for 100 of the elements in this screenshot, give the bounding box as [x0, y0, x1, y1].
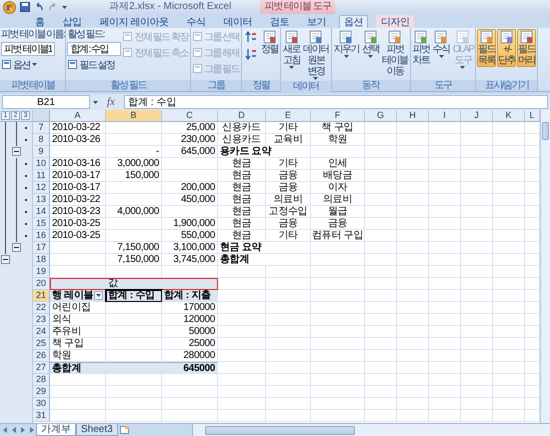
row-header[interactable]: 20: [33, 278, 50, 290]
row-header[interactable]: 16: [33, 230, 50, 242]
ribbon-button[interactable]: 피벗 테이블 이동: [381, 29, 409, 78]
table-cell: [493, 134, 525, 146]
ribbon-button[interactable]: 정렬: [260, 29, 280, 56]
row-header[interactable]: 22: [33, 302, 50, 314]
scroll-thumb[interactable]: [204, 426, 355, 434]
row-header[interactable]: 15: [33, 218, 50, 230]
collapse-button[interactable]: [1, 255, 10, 264]
ribbon-button[interactable]: 새로 고침: [282, 29, 302, 70]
row-header[interactable]: 13: [33, 194, 50, 206]
row-header[interactable]: 24: [33, 326, 50, 338]
ribbon-tab[interactable]: 보기: [302, 15, 331, 28]
ribbon-tab[interactable]: 디자인: [376, 15, 414, 28]
table-cell: [397, 290, 429, 302]
collapse-button[interactable]: [12, 147, 21, 156]
ribbon-button[interactable]: 필드 설정: [67, 57, 122, 72]
caret-icon: [460, 66, 466, 69]
ribbon-button[interactable]: +/- 단추: [497, 29, 516, 67]
ribbon-button[interactable]: 선택: [361, 29, 380, 59]
redo-icon[interactable]: [48, 2, 58, 12]
ribbon-tab[interactable]: 데이터: [218, 15, 257, 28]
table-cell: [525, 302, 540, 314]
row-header[interactable]: 11: [33, 170, 50, 182]
table-cell: 2010-03-22: [50, 194, 106, 206]
row-header[interactable]: 10: [33, 158, 50, 170]
row-header[interactable]: 21: [33, 290, 50, 302]
ribbon-button[interactable]: 피벗 차트: [412, 29, 431, 67]
row-header[interactable]: 12: [33, 182, 50, 194]
row-header[interactable]: 25: [33, 338, 50, 350]
row-header[interactable]: 18: [33, 254, 50, 266]
name-box[interactable]: B21: [2, 95, 90, 109]
ribbon-tab[interactable]: 검토: [264, 15, 294, 28]
table-cell: [397, 302, 429, 314]
row-header[interactable]: 26: [33, 350, 50, 362]
table-cell: 금융: [266, 218, 311, 230]
table-cell: 25,000: [162, 122, 218, 134]
table-cell: [461, 374, 493, 386]
table-cell: [365, 146, 397, 158]
table-cell: 고정수입: [266, 206, 311, 218]
insert-sheet-button[interactable]: [118, 424, 132, 436]
row-header[interactable]: 31: [33, 410, 50, 422]
office-logo[interactable]: [3, 0, 16, 14]
table-cell: [461, 206, 493, 218]
column-header[interactable]: B: [106, 110, 162, 121]
row-header[interactable]: 30: [33, 398, 50, 410]
table-cell: [106, 134, 162, 146]
row-header[interactable]: 19: [33, 266, 50, 278]
ribbon-tab[interactable]: 홈: [30, 15, 50, 28]
ribbon-button[interactable]: 수식: [432, 29, 451, 59]
row-header[interactable]: 29: [33, 386, 50, 398]
function-label[interactable]: fx: [101, 96, 121, 108]
table-cell: [365, 386, 397, 398]
table-cell: 2010-03-17: [50, 182, 106, 194]
row-header[interactable]: 9: [33, 146, 50, 158]
table-cell: [162, 158, 218, 170]
table-cell: [493, 146, 525, 158]
sheet-nav-button[interactable]: [18, 424, 27, 436]
ribbon-button[interactable]: 지우기: [332, 29, 360, 59]
filter-button[interactable]: [94, 291, 103, 300]
sheet-tab[interactable]: Sheet3: [76, 424, 118, 436]
row-header[interactable]: 8: [33, 134, 50, 146]
save-icon[interactable]: [20, 2, 30, 12]
table-cell: [311, 350, 365, 362]
horizontal-scrollbar[interactable]: [192, 424, 550, 436]
ribbon-tab[interactable]: 삽입: [58, 15, 86, 28]
table-cell: 120000: [162, 314, 218, 326]
ribbon-button[interactable]: 필드 목록: [477, 29, 496, 67]
table-cell: [162, 398, 218, 410]
row-header[interactable]: 7: [33, 122, 50, 134]
row-header[interactable]: 14: [33, 206, 50, 218]
ribbon-button[interactable]: 데이터 원본 변경: [302, 29, 330, 81]
formula-field[interactable]: 합계 : 수입: [124, 95, 548, 109]
table-cell: [266, 374, 311, 386]
scroll-thumb[interactable]: [542, 122, 549, 140]
undo-icon[interactable]: [34, 2, 44, 12]
caret-icon: [289, 66, 294, 69]
table-cell: [266, 362, 311, 374]
table-cell: [162, 374, 218, 386]
ribbon-tab[interactable]: 옵션: [338, 15, 368, 28]
table-cell: [429, 194, 461, 206]
row-header[interactable]: 28: [33, 374, 50, 386]
table-cell: [218, 398, 266, 410]
ribbon-tab[interactable]: 페이지 레이아웃: [94, 15, 174, 28]
text-field[interactable]: 피벗 테이블1: [1, 42, 55, 56]
table-cell: [365, 290, 397, 302]
row-header[interactable]: 27: [33, 362, 50, 374]
sheet-tab[interactable]: 가계부: [36, 424, 76, 436]
vertical-scrollbar[interactable]: [540, 110, 550, 423]
collapse-button[interactable]: [12, 243, 21, 252]
text-field[interactable]: 합계 : 수입: [67, 42, 122, 56]
row-header[interactable]: 17: [33, 242, 50, 254]
ribbon-tab[interactable]: 수식: [181, 15, 210, 28]
table-cell: [397, 338, 429, 350]
table-cell: [429, 350, 461, 362]
table-cell: [266, 302, 311, 314]
ribbon-button[interactable]: 옵션: [1, 57, 64, 72]
row-header[interactable]: 23: [33, 314, 50, 326]
ribbon-button[interactable]: 필드 머리: [517, 29, 536, 67]
sheet-nav-button[interactable]: [27, 424, 36, 436]
